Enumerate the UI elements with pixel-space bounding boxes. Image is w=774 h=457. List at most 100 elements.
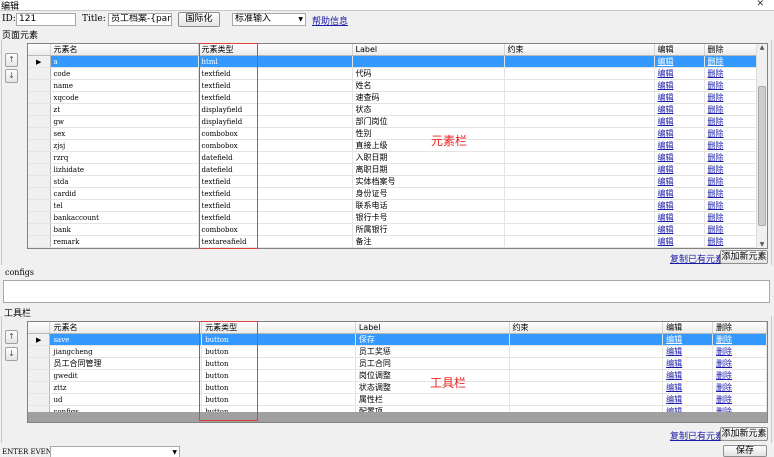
cell-constraint[interactable] [504, 235, 655, 248]
col-header-delete[interactable]: 删除 [704, 44, 759, 56]
cell-label[interactable]: 直接上级 [352, 139, 505, 152]
delete-link[interactable]: 删除 [708, 105, 724, 114]
cell-name[interactable]: rzrq [50, 151, 199, 164]
cell-label[interactable]: 员工奖惩 [355, 345, 510, 358]
edit-link[interactable]: 编辑 [658, 105, 674, 114]
delete-link[interactable]: 删除 [708, 225, 724, 234]
col-header-type[interactable]: 元素类型 [201, 322, 356, 334]
edit-link[interactable]: 编辑 [658, 165, 674, 174]
cell-constraint[interactable] [509, 393, 664, 406]
cell-constraint[interactable] [504, 55, 655, 68]
cell-name[interactable]: zttz [49, 381, 203, 394]
edit-link[interactable]: 编辑 [658, 129, 674, 138]
cell-name[interactable]: stda [50, 175, 199, 188]
cell-name[interactable]: zt [50, 103, 199, 116]
table-row[interactable]: bank combobox 所属银行 编辑 删除 [28, 223, 759, 236]
cell-name[interactable]: gw [50, 115, 199, 128]
add-element-button[interactable]: 添加新元素 [720, 250, 768, 264]
edit-link[interactable]: 编辑 [658, 57, 674, 66]
enter-event-select[interactable]: ▼ [50, 446, 180, 457]
cell-label[interactable]: 速查码 [352, 91, 505, 104]
cell-constraint[interactable] [504, 67, 655, 80]
table-row[interactable]: gwedit button 岗位调整 编辑 删除 [28, 369, 767, 382]
cell-label[interactable]: 联系电话 [352, 199, 505, 212]
cell-constraint[interactable] [504, 103, 655, 116]
edit-link[interactable]: 编辑 [666, 371, 682, 380]
cell-name[interactable]: name [50, 79, 199, 92]
cell-label[interactable]: 离职日期 [352, 163, 505, 176]
table-row[interactable]: jiangcheng button 员工奖惩 编辑 删除 [28, 345, 767, 358]
table-row[interactable]: stda textfield 实体档案号 编辑 删除 [28, 175, 759, 188]
cell-label[interactable]: 状态 [352, 103, 505, 116]
cell-name[interactable]: zjsj [50, 139, 199, 152]
copy-elements-link[interactable]: 复制已有元素 [670, 252, 724, 265]
cell-constraint[interactable] [504, 211, 655, 224]
cell-constraint[interactable] [504, 139, 655, 152]
delete-link[interactable]: 删除 [708, 165, 724, 174]
move-down-button[interactable]: ↓ [5, 69, 18, 83]
toolbar-move-up-button[interactable]: ↑ [5, 330, 18, 344]
table-row[interactable]: name textfield 姓名 编辑 删除 [28, 79, 759, 92]
table-row[interactable]: xqcode textfield 速查码 编辑 删除 [28, 91, 759, 104]
table-row[interactable]: ud button 属性栏 编辑 删除 [28, 393, 767, 406]
title-input[interactable]: 员工档案-{param: [108, 13, 172, 26]
cell-constraint[interactable] [504, 199, 655, 212]
cell-type[interactable]: textfield [198, 211, 353, 224]
cell-name[interactable]: tel [50, 199, 199, 212]
cell-label[interactable]: 保存 [355, 333, 510, 346]
cell-constraint[interactable] [504, 163, 655, 176]
scrollbar-thumb[interactable] [758, 86, 766, 226]
cell-label[interactable]: 备注 [352, 235, 505, 248]
edit-link[interactable]: 编辑 [666, 383, 682, 392]
delete-link[interactable]: 删除 [716, 395, 732, 404]
edit-link[interactable]: 编辑 [658, 213, 674, 222]
delete-link[interactable]: 删除 [708, 237, 724, 246]
edit-link[interactable]: 编辑 [666, 395, 682, 404]
col-header-constraint[interactable]: 约束 [509, 322, 664, 334]
edit-link[interactable]: 编辑 [658, 153, 674, 162]
delete-link[interactable]: 删除 [708, 201, 724, 210]
input-type-select[interactable]: 标准输入 ▼ [232, 13, 306, 26]
cell-constraint[interactable] [504, 115, 655, 128]
intl-button[interactable]: 国际化 [178, 12, 220, 27]
cell-type[interactable]: textareafield [198, 235, 353, 248]
cell-name[interactable]: lizhidate [50, 163, 199, 176]
edit-link[interactable]: 编辑 [666, 335, 682, 344]
edit-link[interactable]: 编辑 [658, 69, 674, 78]
cell-type[interactable]: displayfield [198, 103, 353, 116]
cell-name[interactable]: jiangcheng [49, 345, 203, 358]
cell-label[interactable]: 身份证号 [352, 187, 505, 200]
table-row[interactable]: bhtml 编辑删除 [28, 247, 759, 248]
scroll-up-icon[interactable]: ▲ [757, 44, 767, 51]
edit-link[interactable]: 编辑 [658, 141, 674, 150]
cell-type[interactable]: combobox [198, 127, 353, 140]
cell-name[interactable]: sex [50, 127, 199, 140]
col-header-label[interactable]: Label [352, 44, 505, 56]
table-row[interactable]: zttz button 状态调整 编辑 删除 [28, 381, 767, 394]
save-button[interactable]: 保存 [723, 445, 767, 457]
table-row[interactable]: gw displayfield 部门岗位 编辑 删除 [28, 115, 759, 128]
add-toolbar-element-button[interactable]: 添加新元素 [720, 427, 768, 441]
cell-type[interactable]: combobox [198, 139, 353, 152]
col-header-name[interactable]: 元素名 [50, 44, 199, 56]
close-icon[interactable]: ✕ [756, 0, 764, 9]
cell-name[interactable]: code [50, 67, 199, 80]
cell-type[interactable]: combobox [198, 223, 353, 236]
cell-constraint[interactable] [509, 357, 664, 370]
table-row[interactable]: cardid textfield 身份证号 编辑 删除 [28, 187, 759, 200]
delete-link[interactable]: 删除 [716, 347, 732, 356]
col-header-edit[interactable]: 编辑 [654, 44, 705, 56]
cell-constraint[interactable] [504, 223, 655, 236]
cell-constraint[interactable] [504, 175, 655, 188]
delete-link[interactable]: 删除 [716, 383, 732, 392]
toolbar-move-down-button[interactable]: ↓ [5, 347, 18, 361]
delete-link[interactable]: 删除 [716, 359, 732, 368]
table-row[interactable]: sex combobox 性别 编辑 删除 [28, 127, 759, 140]
col-header-delete[interactable]: 删除 [712, 322, 767, 334]
cell-type[interactable]: textfield [198, 175, 353, 188]
cell-label[interactable]: 员工合同 [355, 357, 510, 370]
table-row[interactable]: ▶ a html 编辑 删除 [28, 55, 759, 68]
cell-name[interactable]: save [49, 333, 203, 346]
table-row[interactable]: bankaccount textfield 银行卡号 编辑 删除 [28, 211, 759, 224]
cell-name[interactable]: b [50, 247, 199, 248]
